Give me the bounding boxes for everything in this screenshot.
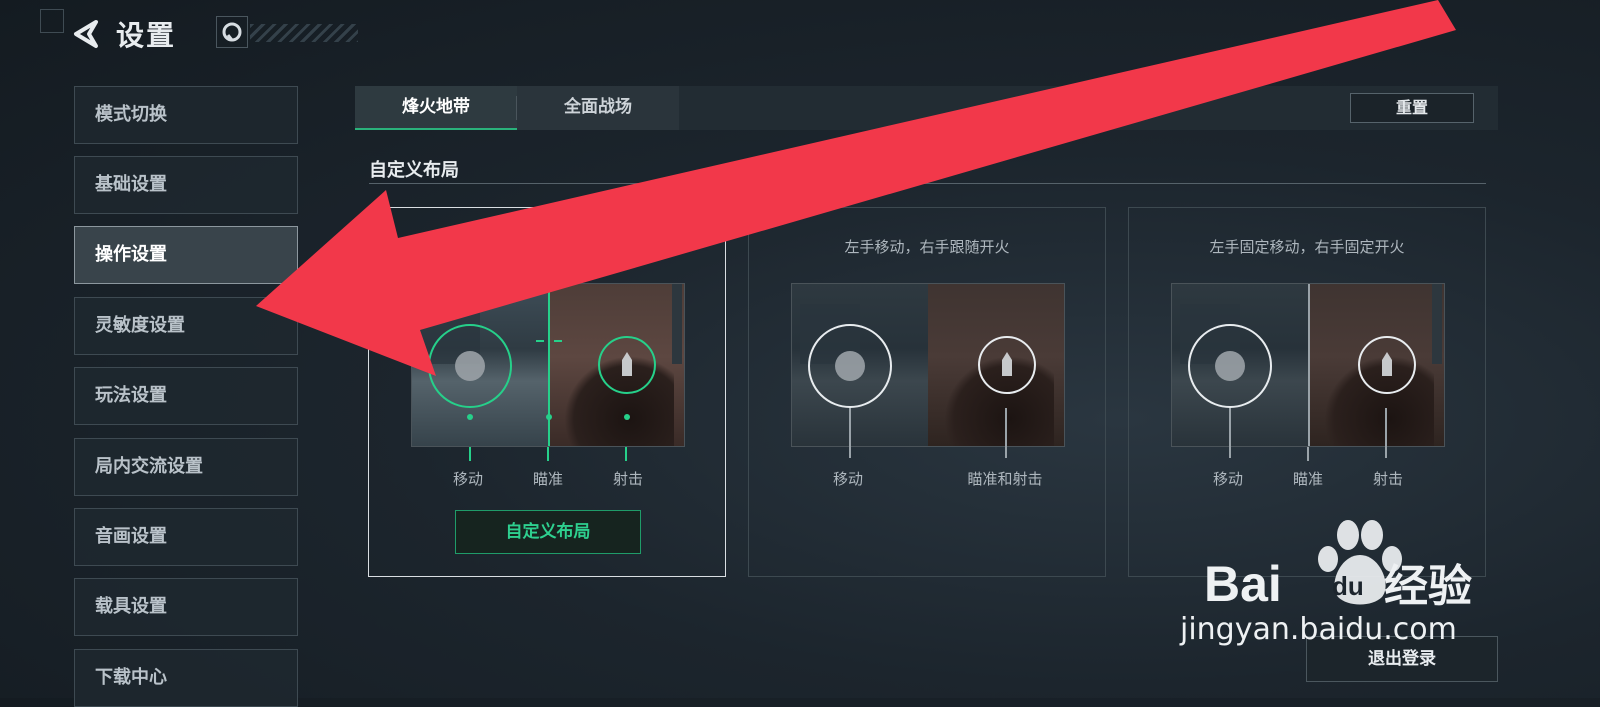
sidebar-item-sensitivity[interactable]: 灵敏度设置 bbox=[74, 297, 298, 355]
sidebar-item-mode-switch[interactable]: 模式切换 bbox=[74, 86, 298, 144]
label-move: 移动 bbox=[1212, 470, 1243, 488]
mode-tab-bar: 烽火地带 全面战场 重置 bbox=[355, 86, 1498, 130]
sidebar-item-controls[interactable]: 操作设置 bbox=[74, 226, 298, 284]
card-title: 左手固定移动，右手固定开火 bbox=[1209, 238, 1405, 256]
move-joystick-icon bbox=[808, 324, 892, 408]
reset-button[interactable]: 重置 bbox=[1350, 93, 1474, 123]
move-joystick-icon bbox=[428, 324, 512, 408]
label-move: 移动 bbox=[832, 470, 863, 488]
corner-decoration bbox=[40, 9, 64, 33]
page-title: 设置 bbox=[116, 19, 177, 52]
custom-layout-button[interactable]: 自定义布局 bbox=[455, 510, 641, 554]
layout-preview bbox=[791, 283, 1065, 447]
label-fire: 射击 bbox=[612, 470, 643, 488]
fire-button-icon bbox=[598, 336, 656, 394]
layout-preview bbox=[1171, 283, 1445, 447]
label-aim-and-fire: 瞄准和射击 bbox=[967, 470, 1043, 488]
sidebar-item-gameplay[interactable]: 玩法设置 bbox=[74, 367, 298, 425]
aim-divider-line bbox=[548, 284, 550, 446]
label-move: 移动 bbox=[452, 470, 483, 488]
layout-preview bbox=[411, 283, 685, 447]
sidebar-item-audio-video[interactable]: 音画设置 bbox=[74, 508, 298, 566]
tab-hazard-zone[interactable]: 烽火地带 bbox=[355, 86, 517, 130]
layout-card-1[interactable]: 手固定开火 移动 瞄准 射击 自定义布局 bbox=[368, 207, 726, 577]
tab-group: 烽火地带 全面战场 bbox=[355, 86, 679, 130]
watermark-url: jingyan.baidu.com bbox=[1180, 612, 1457, 647]
aim-divider-line bbox=[1308, 284, 1310, 446]
fire-button-icon bbox=[1358, 336, 1416, 394]
sidebar-item-basic[interactable]: 基础设置 bbox=[74, 156, 298, 214]
svg-text:Bai: Bai bbox=[1204, 556, 1282, 612]
fire-button-icon bbox=[978, 336, 1036, 394]
sidebar-item-vehicle[interactable]: 载具设置 bbox=[74, 578, 298, 636]
section-divider bbox=[369, 183, 1486, 184]
customer-service-icon[interactable] bbox=[216, 16, 248, 48]
header-stripe-decoration bbox=[250, 24, 358, 42]
card-title: 左手移动，右手跟随开火 bbox=[844, 238, 1010, 256]
sidebar-item-communication[interactable]: 局内交流设置 bbox=[74, 438, 298, 496]
top-bar: 设置 bbox=[0, 0, 400, 60]
sidebar-item-download[interactable]: 下载中心 bbox=[74, 649, 298, 707]
layout-card-2[interactable]: 左手移动，右手跟随开火 移动 瞄准和射击 bbox=[748, 207, 1106, 577]
svg-text:经验: 经验 bbox=[1384, 561, 1472, 612]
card-title: 手固定开火 bbox=[469, 238, 545, 256]
label-fire: 射击 bbox=[1372, 470, 1403, 488]
crosshair-icon bbox=[536, 328, 562, 354]
tab-all-out-warfare[interactable]: 全面战场 bbox=[517, 86, 679, 130]
back-arrow-icon[interactable] bbox=[70, 18, 100, 50]
label-aim: 瞄准 bbox=[1292, 470, 1323, 488]
label-aim: 瞄准 bbox=[532, 470, 563, 488]
section-title: 自定义布局 bbox=[369, 160, 459, 181]
svg-text:du: du bbox=[1332, 571, 1364, 601]
move-joystick-icon bbox=[1188, 324, 1272, 408]
